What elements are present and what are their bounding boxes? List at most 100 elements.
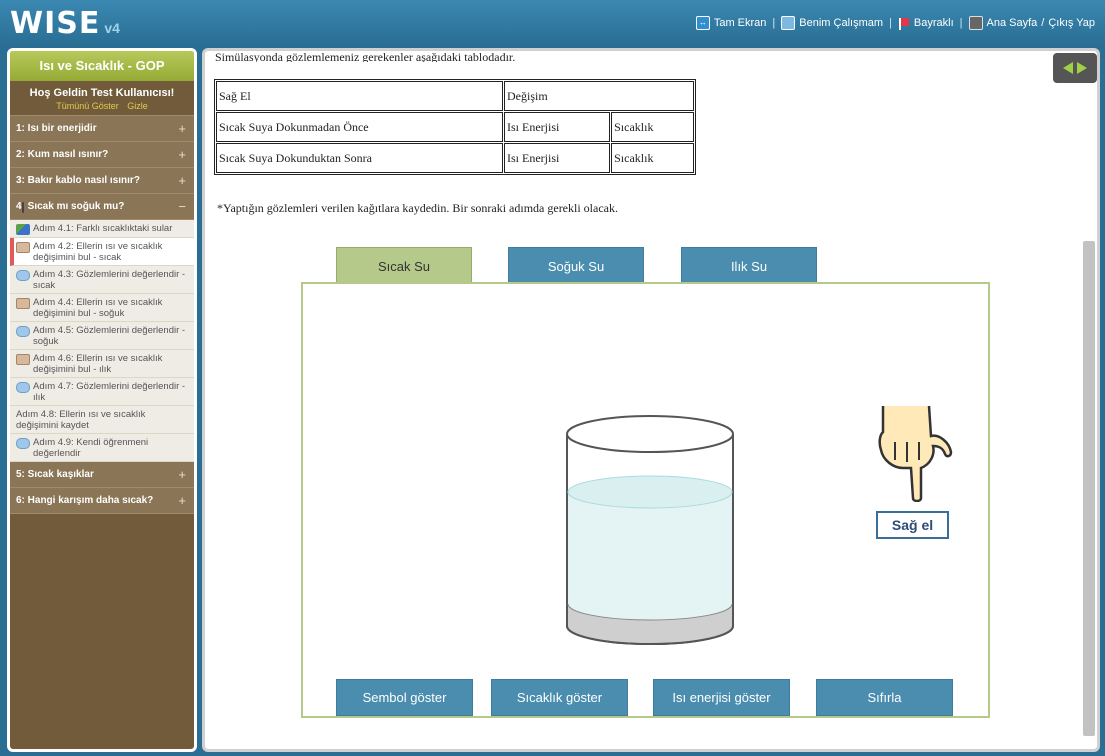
table-cell: Sağ El — [216, 81, 503, 111]
tab-warm-water[interactable]: Ilık Su — [681, 247, 817, 284]
logout-link[interactable]: Çıkış Yap — [1048, 17, 1095, 29]
welcome-block: Hoş Geldin Test Kullanıcısı! Tümünü Göst… — [10, 81, 194, 116]
step-label: Adım 4.7: Gözlemlerini değerlendir - ılı… — [33, 381, 186, 403]
home-link[interactable]: Ana Sayfa — [968, 16, 1038, 30]
previous-step-icon[interactable] — [1063, 62, 1073, 74]
water-glass — [566, 415, 734, 645]
table-cell: Sıcak Suya Dokunduktan Sonra — [216, 143, 503, 173]
step-label: Adım 4.8: Ellerin ısı ve sıcaklık değişi… — [16, 409, 146, 431]
nav-divider: | — [889, 17, 892, 29]
project-title: Isı ve Sıcaklık - GOP — [10, 51, 194, 81]
step-label: Adım 4.9: Kendi öğrenmeni değerlendir — [33, 437, 149, 459]
fullscreen-label: Tam Ekran — [713, 17, 767, 29]
activity-label: 6: Hangi karışım daha sıcak? — [16, 495, 154, 506]
nav-divider: | — [959, 17, 963, 29]
top-nav: ↔ Tam Ekran | Benim Çalışmam | Bayraklı … — [695, 16, 1095, 30]
activity-label: 4: Sıcak mı soğuk mu? — [16, 201, 125, 212]
right-hand-pointer[interactable] — [873, 402, 953, 502]
step-label: Adım 4.5: Gözlemlerini değerlendir - soğ… — [33, 325, 186, 347]
reflect-icon — [16, 270, 30, 281]
navigation-sidebar: Isı ve Sıcaklık - GOP Hoş Geldin Test Ku… — [7, 48, 197, 752]
step-4-5[interactable]: Adım 4.5: Gözlemlerini değerlendir - soğ… — [10, 322, 194, 350]
step-4-8[interactable]: Adım 4.8: Ellerin ısı ve sıcaklık değişi… — [10, 202, 194, 434]
step-navigation — [1053, 53, 1097, 83]
step-label: Adım 4.3: Gözlemlerini değerlendir - sıc… — [33, 269, 186, 291]
show-all-link[interactable]: Tümünü Göster — [56, 101, 119, 111]
hide-link[interactable]: Gizle — [127, 101, 148, 111]
note-icon — [22, 202, 24, 213]
activity-1[interactable]: 1: Isı bir enerjidir + — [10, 116, 194, 142]
exit-door-icon — [968, 16, 983, 30]
activity-label: 5: Sıcak kaşıklar — [16, 469, 94, 480]
my-work-label: Benim Çalışmam — [799, 17, 884, 29]
activity-4[interactable]: 4: Sıcak mı soğuk mu? − — [10, 194, 194, 220]
step-label: Adım 4.1: Farklı sıcaklıktaki sular — [33, 223, 173, 234]
home-label: Ana Sayfa — [986, 17, 1038, 29]
show-heat-energy-button[interactable]: Isı enerjisi göster — [653, 679, 790, 716]
activity-5[interactable]: 5: Sıcak kaşıklar + — [10, 462, 194, 488]
my-work-link[interactable]: Benim Çalışmam — [781, 16, 883, 30]
step-label: Adım 4.6: Ellerin ısı ve sıcaklık değişi… — [33, 353, 163, 375]
table-cell: Değişim — [504, 81, 694, 111]
activity-3[interactable]: 3: Bakır kablo nasıl ısınır? + — [10, 168, 194, 194]
step-4-2[interactable]: Adım 4.2: Ellerin ısı ve sıcaklık değişi… — [10, 238, 194, 266]
person-icon — [16, 242, 30, 253]
person-icon — [16, 354, 30, 365]
step-list: Adım 4.1: Farklı sıcaklıktaki sular Adım… — [10, 202, 194, 462]
next-step-icon[interactable] — [1077, 62, 1087, 74]
activity-label: 2: Kum nasıl ısınır? — [16, 149, 109, 160]
table-cell: Isı Enerjisi — [504, 112, 611, 142]
activity-label: 1: Isı bir enerjidir — [16, 123, 97, 134]
fullscreen-icon: ↔ — [695, 16, 710, 30]
flag-icon — [898, 17, 910, 30]
flagged-link[interactable]: Bayraklı — [898, 17, 954, 30]
step-label: Adım 4.4: Ellerin ısı ve sıcaklık değişi… — [33, 297, 163, 319]
fullscreen-link[interactable]: ↔ Tam Ekran — [695, 16, 767, 30]
expand-icon: + — [178, 467, 186, 482]
expand-icon: + — [178, 173, 186, 188]
observation-table: Sağ El Değişim Sıcak Suya Dokunmadan Önc… — [214, 79, 696, 175]
welcome-text: Hoş Geldin Test Kullanıcısı! — [29, 87, 175, 99]
show-temperature-button[interactable]: Sıcaklık göster — [491, 679, 628, 716]
flagged-label: Bayraklı — [913, 17, 954, 29]
logo-version: v4 — [104, 19, 120, 36]
expand-icon: + — [178, 147, 186, 162]
tab-hot-water[interactable]: Sıcak Su — [336, 247, 472, 284]
reflect-icon — [16, 326, 30, 337]
activity-2[interactable]: 2: Kum nasıl ısınır? + — [10, 142, 194, 168]
instruction-note: *Yaptığın gözlemleri verilen kağıtlara k… — [217, 201, 618, 215]
nav-divider: | — [772, 17, 776, 29]
step-content-panel: Simülasyonda gözlemlemeniz gerekenler aş… — [202, 48, 1100, 752]
tab-cold-water[interactable]: Soğuk Su — [508, 247, 644, 284]
activity-6[interactable]: 6: Hangi karışım daha sıcak? + — [10, 488, 194, 514]
portfolio-icon — [781, 16, 796, 30]
step-4-6[interactable]: Adım 4.6: Ellerin ısı ve sıcaklık değişi… — [10, 350, 194, 378]
logo-text: WISE — [10, 5, 101, 41]
table-row: Sağ El Değişim — [216, 81, 694, 111]
person-icon — [16, 298, 30, 309]
step-4-9[interactable]: Adım 4.9: Kendi öğrenmeni değerlendir — [10, 434, 194, 462]
expand-icon: + — [178, 121, 186, 136]
reflect-icon — [16, 382, 30, 393]
right-hand-label: Sağ el — [876, 511, 949, 539]
logout-label: Çıkış Yap — [1048, 17, 1095, 29]
reset-button[interactable]: Sıfırla — [816, 679, 953, 716]
activity-label: 3: Bakır kablo nasıl ısınır? — [16, 175, 140, 186]
reflect-icon — [16, 438, 30, 449]
table-cell: Sıcaklık — [611, 143, 694, 173]
collapse-icon: − — [178, 199, 186, 214]
wise-logo: WISE v4 — [10, 6, 120, 41]
intro-text: Simülasyonda gözlemlemeniz gerekenler aş… — [215, 52, 516, 62]
top-bar: WISE v4 ↔ Tam Ekran | Benim Çalışmam | B… — [0, 0, 1105, 46]
visibility-links: Tümünü Göster Gizle — [10, 101, 194, 111]
table-cell: Sıcak Suya Dokunmadan Önce — [216, 112, 503, 142]
chart-icon — [16, 224, 30, 235]
scrollbar-thumb[interactable] — [1083, 241, 1095, 736]
simulation-stage: Sağ el Sembol göster Sıcaklık göster Isı… — [301, 282, 990, 718]
step-4-7[interactable]: Adım 4.7: Gözlemlerini değerlendir - ılı… — [10, 378, 194, 406]
step-4-1[interactable]: Adım 4.1: Farklı sıcaklıktaki sular — [10, 220, 194, 238]
expand-icon: + — [178, 493, 186, 508]
step-4-3[interactable]: Adım 4.3: Gözlemlerini değerlendir - sıc… — [10, 266, 194, 294]
show-symbol-button[interactable]: Sembol göster — [336, 679, 473, 716]
step-4-4[interactable]: Adım 4.4: Ellerin ısı ve sıcaklık değişi… — [10, 294, 194, 322]
